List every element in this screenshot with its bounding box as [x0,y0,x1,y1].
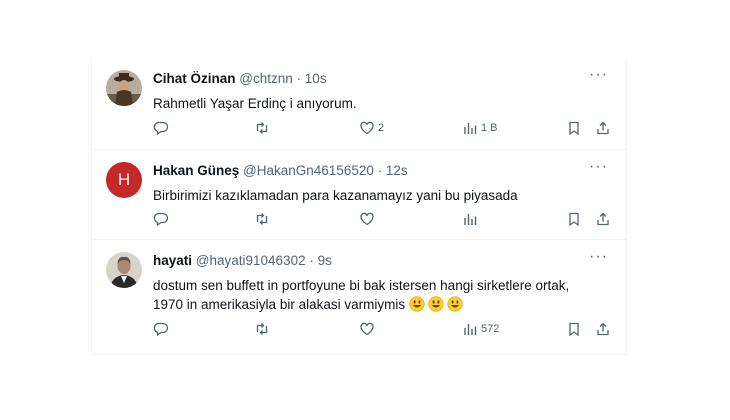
retweet-button[interactable] [254,120,270,136]
tweet-text-line: dostum sen buffett in portfoyune bi bak … [153,278,570,293]
tweet-hayati[interactable]: hayati @hayati91046302 · 9s ··· dostum s… [92,240,626,355]
retweet-icon [256,122,268,134]
more-options-icon[interactable]: ··· [589,158,608,176]
action-bar: 572 [153,321,613,341]
tweet-text-line: 1970 in amerikasiyla bir alakasi varmiym… [153,295,603,314]
timestamp[interactable]: 10s [305,71,327,86]
bookmark-icon [569,121,579,136]
share-button[interactable] [595,211,611,227]
views-button[interactable] [462,211,478,227]
separator-dot: · [377,163,383,178]
reply-icon [153,322,169,337]
bookmark-button[interactable] [566,120,582,136]
author-name[interactable]: hayati [153,253,192,268]
share-icon [597,121,609,135]
like-button[interactable] [359,321,375,337]
retweet-icon [256,213,268,225]
reply-button[interactable] [153,321,169,337]
retweet-icon [256,323,268,335]
tweet-header: hayati @hayati91046302 · 9s [153,253,332,268]
timestamp[interactable]: 12s [386,163,408,178]
author-handle[interactable]: @chtznn [239,71,292,86]
reply-feed: Cihat Özinan @chtznn · 10s ··· Rahmetli … [91,58,627,355]
tweet-text: Rahmetli Yaşar Erdinç i anıyorum. [153,96,357,111]
action-bar: 2 1 B [153,120,613,140]
view-count: 572 [481,323,500,335]
tweet-cihat[interactable]: Cihat Özinan @chtznn · 10s ··· Rahmetli … [92,58,626,150]
author-name[interactable]: Hakan Güneş [153,163,239,178]
grinning-face-emoji-icon [428,296,444,312]
reply-icon [153,121,169,136]
analytics-icon [464,214,477,225]
retweet-button[interactable] [254,211,270,227]
author-name[interactable]: Cihat Özinan [153,71,236,86]
share-icon [597,212,609,226]
author-handle[interactable]: @hayati91046302 [196,253,306,268]
like-button[interactable]: 2 [359,120,384,136]
reply-button[interactable] [153,120,169,136]
author-handle[interactable]: @HakanGn46156520 [243,163,374,178]
tweet-text: Birbirimizi kazıklamadan para kazanamayı… [153,188,518,203]
reply-button[interactable] [153,211,169,227]
timestamp[interactable]: 9s [318,253,332,268]
avatar[interactable]: H [106,162,142,198]
heart-icon [360,322,374,336]
analytics-icon [464,324,477,335]
tweet-text: dostum sen buffett in portfoyune bi bak … [153,276,603,314]
bookmark-button[interactable] [566,321,582,337]
heart-icon [360,121,374,135]
heart-icon [360,212,374,226]
separator-dot: · [309,253,314,268]
like-button[interactable] [359,211,375,227]
views-button[interactable]: 1 B [462,120,498,136]
like-count: 2 [378,122,385,134]
grinning-face-emoji-icon [409,296,425,312]
bookmark-icon [569,212,579,227]
reply-icon [153,212,169,227]
tweet-hakan[interactable]: H Hakan Güneş @HakanGn46156520 · 12s ···… [92,150,626,240]
share-button[interactable] [595,321,611,337]
views-button[interactable]: 572 [462,321,499,337]
more-options-icon[interactable]: ··· [589,248,608,266]
more-options-icon[interactable]: ··· [589,66,608,84]
bookmark-icon [569,322,579,337]
action-bar [153,211,613,231]
grinning-face-emoji-icon [447,296,463,312]
tweet-header: Hakan Güneş @HakanGn46156520 · 12s [153,163,408,178]
view-count: 1 B [481,122,498,134]
tweet-text-fragment: 1970 in amerikasiyla bir alakasi varmiym… [153,297,406,312]
share-button[interactable] [595,120,611,136]
retweet-button[interactable] [254,321,270,337]
avatar[interactable] [106,70,142,106]
share-icon [597,322,609,336]
tweet-header: Cihat Özinan @chtznn · 10s [153,71,327,86]
bookmark-button[interactable] [566,211,582,227]
avatar[interactable] [106,252,142,288]
analytics-icon [464,123,477,134]
separator-dot: · [296,71,302,86]
